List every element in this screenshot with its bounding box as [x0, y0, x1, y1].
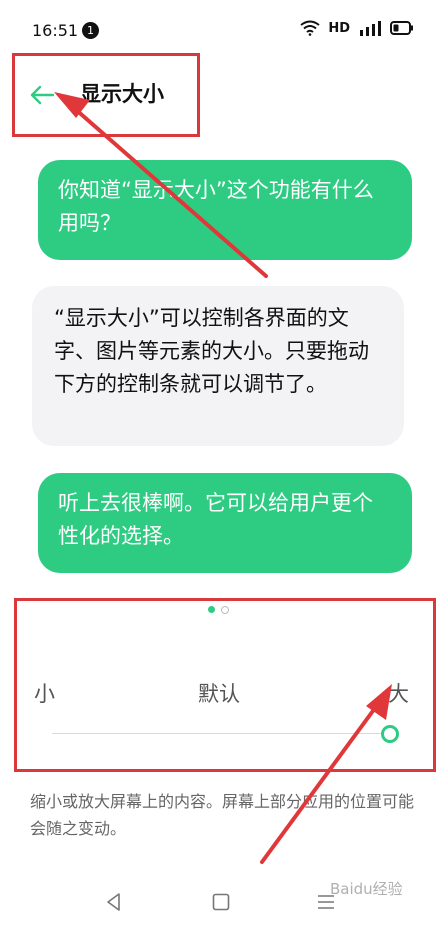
status-icons: HD	[300, 20, 414, 36]
annotation-box-header	[12, 53, 200, 137]
description-text: 缩小或放大屏幕上的内容。屏幕上部分应用的位置可能会随之变动。	[30, 792, 415, 838]
signal-icon	[360, 21, 381, 36]
chat-bubble-answer: “显示大小”可以控制各界面的文字、图片等元素的大小。只要拖动下方的控制条就可以调…	[32, 286, 404, 446]
watermark-text: Baidu经验	[330, 880, 403, 898]
network-label: HD	[328, 20, 350, 36]
status-bar: 16:51 1 HD	[0, 0, 444, 58]
chat-bubble-reply: 听上去很棒啊。它可以给用户更个性化的选择。	[38, 473, 412, 573]
square-home-icon[interactable]	[212, 893, 230, 911]
triangle-back-icon[interactable]	[104, 892, 124, 912]
notification-badge: 1	[82, 22, 99, 39]
annotation-box-slider	[14, 598, 436, 772]
wifi-icon	[300, 20, 320, 36]
battery-icon	[390, 21, 413, 35]
chat-bubble-question: 你知道“显示大小”这个功能有什么用吗？	[38, 160, 412, 260]
status-time: 16:51	[32, 21, 79, 40]
